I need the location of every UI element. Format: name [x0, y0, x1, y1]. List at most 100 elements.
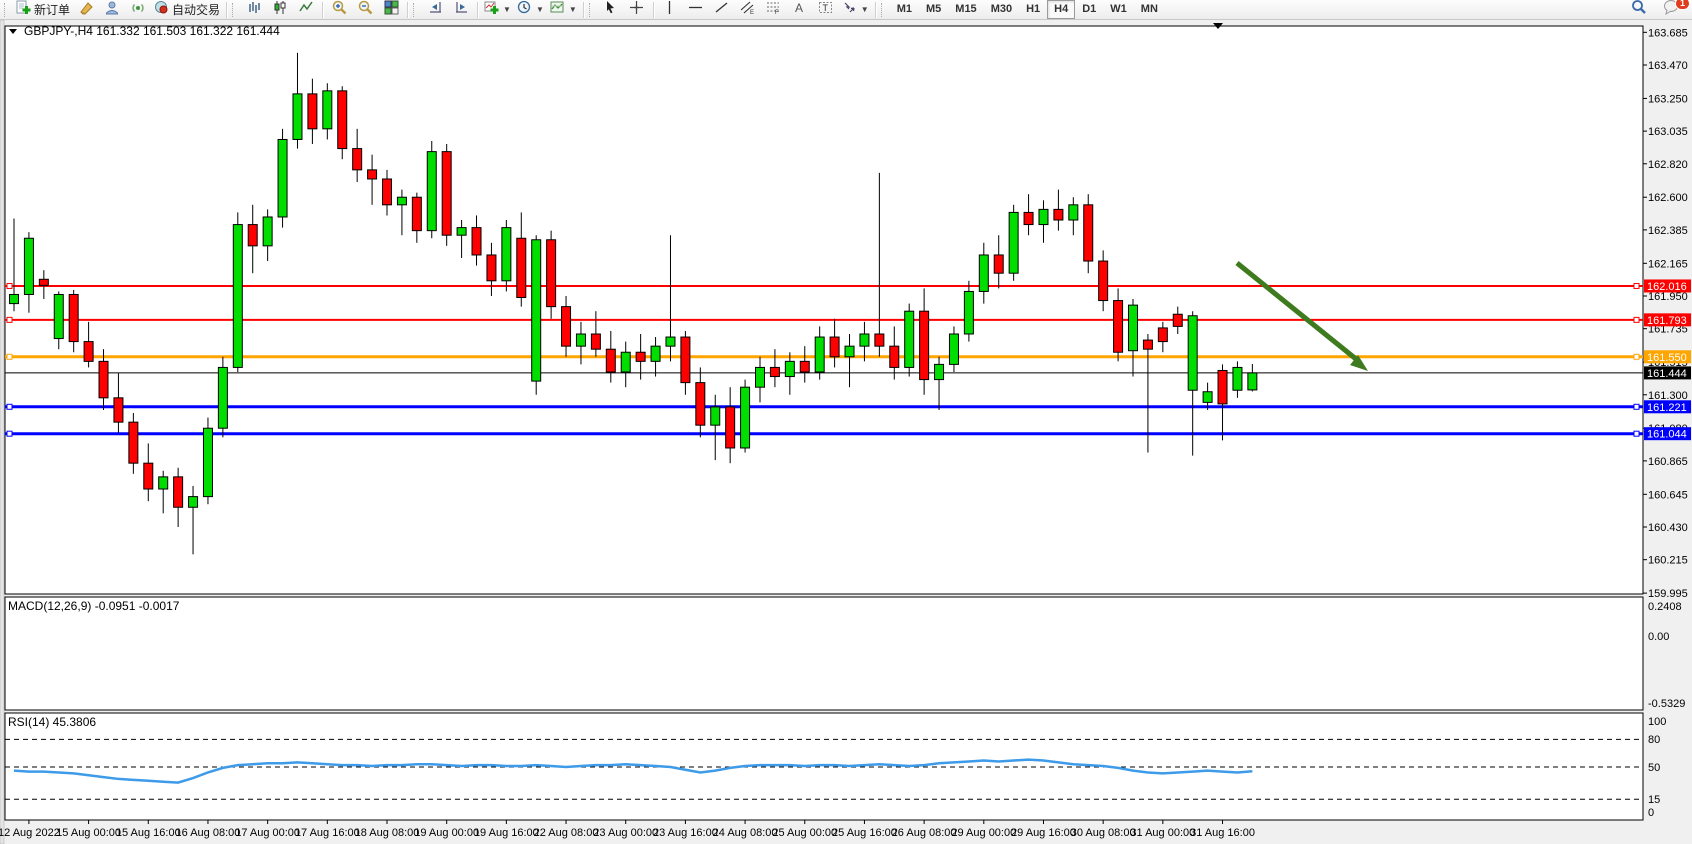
templates-button[interactable]: ▼ [547, 0, 580, 20]
tile-windows-button[interactable] [378, 0, 404, 20]
hline-right-handle[interactable] [1634, 404, 1639, 409]
crosshair-button[interactable] [624, 0, 650, 20]
candle [726, 407, 735, 448]
candle [1039, 209, 1048, 224]
zoom-out-button[interactable] [352, 0, 378, 20]
horizontal-line-button[interactable] [683, 0, 709, 20]
candle [442, 152, 451, 236]
hline-left-handle[interactable] [7, 317, 12, 322]
time-axis-label: 31 Aug 16:00 [1190, 827, 1255, 839]
hline-right-handle[interactable] [1634, 283, 1639, 288]
time-axis-label: 12 Aug 2022 [0, 827, 60, 839]
toolbar-grip[interactable] [881, 3, 887, 17]
toolbar-grip[interactable] [4, 3, 10, 17]
hline-right-handle[interactable] [1634, 431, 1639, 436]
candle [54, 294, 63, 338]
macd-axis-tick-label: -0.5329 [1648, 698, 1685, 710]
price-axis-tick-label: 162.820 [1648, 159, 1688, 171]
candle [1233, 367, 1242, 390]
toolbar-grip[interactable] [589, 3, 595, 17]
mt4-window: { "toolbar": { "new_order_label": "新订单",… [0, 0, 1692, 844]
toolbar-separator [875, 2, 876, 18]
tab-timeframe-m1[interactable]: M1 [890, 0, 919, 19]
dropdown-caret: ▼ [503, 5, 511, 14]
tab-timeframe-h4[interactable]: H4 [1047, 0, 1075, 19]
tab-timeframe-d1[interactable]: D1 [1075, 0, 1103, 19]
candle [457, 228, 466, 236]
hline-left-handle[interactable] [7, 431, 12, 436]
arrows-shapes-button[interactable]: ▼ [839, 0, 872, 20]
candle-chart-button[interactable] [267, 0, 293, 20]
candle [144, 463, 153, 489]
cursor-button[interactable] [598, 0, 624, 20]
new-order-label: 新订单 [34, 1, 70, 18]
bar-chart-button[interactable] [241, 0, 267, 20]
toolbar-separator [653, 2, 654, 18]
candle [1248, 373, 1257, 390]
crayon-button[interactable] [73, 0, 99, 20]
signal-button[interactable] [125, 0, 151, 20]
macd-axis-tick-label: 0.2408 [1648, 601, 1682, 613]
chart-shift-button[interactable] [422, 0, 448, 20]
notifications-button[interactable]: 1 [1658, 0, 1684, 20]
channel-button[interactable]: E [735, 0, 761, 20]
svg-text:T: T [823, 3, 829, 13]
price-axis-tick-label: 162.600 [1648, 192, 1688, 204]
candle [860, 334, 869, 346]
candle [1218, 370, 1227, 403]
text-label-button[interactable]: T [813, 0, 839, 20]
candle [159, 477, 168, 489]
hline-right-handle[interactable] [1634, 317, 1639, 322]
candle [905, 311, 914, 367]
new-order-button[interactable]: 新订单 [13, 0, 73, 20]
toolbar-separator [322, 2, 323, 18]
svg-text:F: F [775, 10, 779, 15]
trendline-button[interactable] [709, 0, 735, 20]
candle [39, 279, 48, 285]
time-axis-label: 15 Aug 00:00 [56, 827, 121, 839]
candle [263, 217, 272, 246]
fibonacci-button[interactable]: F [761, 0, 787, 20]
hline-left-handle[interactable] [7, 354, 12, 359]
autotrade-icon [154, 0, 169, 20]
candle [1084, 205, 1093, 261]
tab-timeframe-m15[interactable]: M15 [948, 0, 983, 19]
vertical-line-button[interactable] [657, 0, 683, 20]
candle [24, 238, 33, 294]
candle [964, 291, 973, 334]
price-level-badge-label: 162.016 [1647, 281, 1687, 293]
zoom-in-button[interactable] [326, 0, 352, 20]
hline-left-handle[interactable] [7, 283, 12, 288]
notification-badge: 1 [1675, 0, 1690, 10]
indicators-button[interactable]: ▼ [481, 0, 514, 20]
hline-right-handle[interactable] [1634, 354, 1639, 359]
tab-timeframe-h1[interactable]: H1 [1019, 0, 1047, 19]
price-panel[interactable] [5, 26, 1643, 594]
periods-button[interactable]: ▼ [514, 0, 547, 20]
price-chart-canvas[interactable]: 163.685163.470163.250163.035162.820162.6… [0, 20, 1692, 844]
toolbar-grip[interactable] [232, 3, 238, 17]
hline-left-handle[interactable] [7, 404, 12, 409]
candle [532, 240, 541, 381]
toolbar-grip[interactable] [413, 3, 419, 17]
tab-timeframe-mn[interactable]: MN [1134, 0, 1165, 19]
rsi-axis-tick-label: 80 [1648, 734, 1660, 746]
tab-timeframe-m30[interactable]: M30 [984, 0, 1019, 19]
time-axis-label: 30 Aug 08:00 [1071, 827, 1136, 839]
candle [875, 334, 884, 346]
time-axis-label: 17 Aug 16:00 [295, 827, 360, 839]
macd-panel[interactable] [5, 597, 1643, 710]
search-button[interactable] [1626, 0, 1652, 20]
profile-button[interactable] [99, 0, 125, 20]
text-icon: A [792, 0, 807, 20]
line-chart-button[interactable] [293, 0, 319, 20]
tab-timeframe-w1[interactable]: W1 [1103, 0, 1134, 19]
auto-scroll-button[interactable] [448, 0, 474, 20]
autotrade-button[interactable]: 自动交易 [151, 0, 223, 20]
text-button[interactable]: A [787, 0, 813, 20]
candle [338, 91, 347, 149]
candle [890, 346, 899, 367]
candle [920, 311, 929, 379]
candle [949, 334, 958, 364]
tab-timeframe-m5[interactable]: M5 [919, 0, 948, 19]
